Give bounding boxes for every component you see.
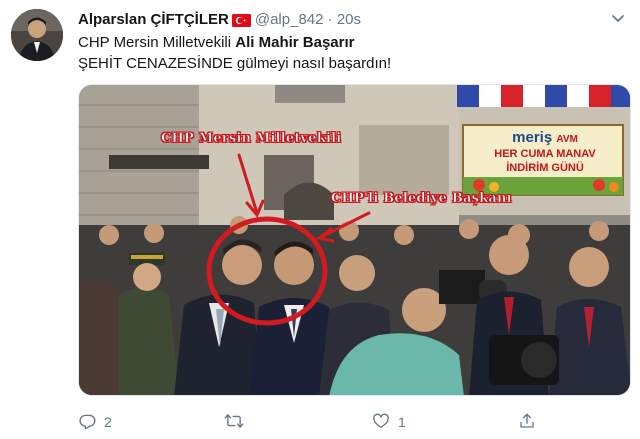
mentioned-name: Ali Mahir Başarır [235, 34, 355, 51]
retweet-button[interactable] [224, 410, 252, 434]
banner-brand: meriş AVM [512, 129, 578, 146]
share-icon [518, 412, 544, 433]
retweet-icon [224, 412, 252, 433]
author-handle[interactable]: @alp_842 [255, 11, 324, 28]
tweet-text-line2: ŞEHİT CENAZESİNDE gülmeyi nasıl başardın… [78, 55, 392, 72]
like-icon [372, 412, 398, 433]
author-name[interactable]: Alparslan ÇİFTÇİLER [78, 11, 229, 28]
reply-icon [78, 412, 104, 433]
tweet-photo[interactable]: CHP Mersin Milletvekili CHP'li Belediye … [78, 84, 631, 396]
tweet: Alparslan ÇİFTÇİLER @alp_842 · 20s CHP Me… [0, 0, 640, 439]
turkey-flag-icon [231, 13, 251, 33]
tweet-text-line1: CHP Mersin Milletvekili Ali Mahir Başarı… [78, 34, 355, 51]
avatar[interactable] [11, 9, 63, 61]
label-mayor: CHP'li Belediye Başkanı [331, 191, 512, 207]
reply-button[interactable]: 2 [78, 410, 112, 434]
reply-count: 2 [104, 414, 112, 430]
tweet-time[interactable]: 20s [337, 11, 361, 28]
tweet-header: Alparslan ÇİFTÇİLER @alp_842 · 20s [78, 10, 361, 30]
more-chevron-icon[interactable] [608, 8, 628, 28]
label-mp: CHP Mersin Milletvekili [161, 131, 342, 147]
like-button[interactable]: 1 [372, 410, 406, 434]
share-button[interactable] [518, 410, 544, 434]
tweet-text: CHP Mersin Milletvekili Ali Mahir Başarı… [78, 32, 391, 74]
banner-line2: İNDİRİM GÜNÜ [506, 162, 584, 174]
separator-dot: · [327, 11, 333, 28]
tweet-actions: 2 1 [78, 410, 618, 434]
like-count: 1 [398, 414, 406, 430]
banner-line1: HER CUMA MANAV [494, 148, 596, 160]
